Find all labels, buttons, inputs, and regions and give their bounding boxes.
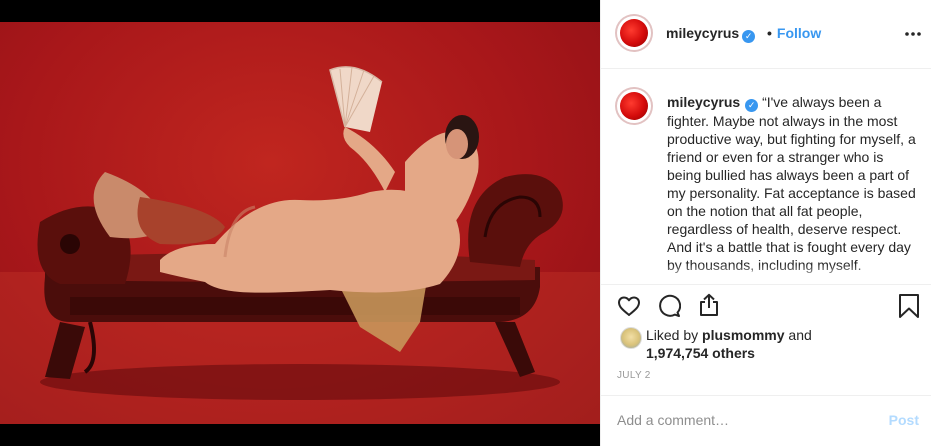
separator-dot: • [767,25,772,41]
profile-avatar[interactable] [617,16,651,50]
post-comment-button[interactable]: Post [889,412,919,428]
likes-and: and [784,327,812,343]
heart-icon[interactable] [617,294,641,318]
caption-body: “I've always been a fighter. Maybe not a… [667,94,916,273]
comment-box: Post [601,395,931,446]
username-text[interactable]: mileycyrus [666,25,739,41]
follow-wrap: • Follow [767,25,821,41]
post-photo[interactable] [0,22,600,424]
bookmark-icon[interactable] [898,293,920,319]
post-media[interactable] [0,0,600,446]
ellipsis-icon[interactable] [904,17,922,43]
caption-username[interactable]: mileycyrus [667,94,740,110]
photo-illustration [0,66,600,424]
likes-prefix: Liked by [646,327,703,343]
post-caption: mileycyrus ✓ “I've always been a fighter.… [601,69,931,285]
caption-fade [601,264,931,284]
follow-button[interactable]: Follow [777,25,821,41]
post-header: mileycyrus ✓ • Follow [601,0,931,69]
likes-count[interactable]: 1,974,754 others [646,345,755,361]
likes-summary: Liked by plusmommy and 1,974,754 others [646,326,812,362]
header-username[interactable]: mileycyrus ✓ [666,25,756,43]
action-bar [601,286,931,326]
liked-by-username[interactable]: plusmommy [702,327,784,343]
verified-badge-icon: ✓ [742,30,756,43]
liked-by-avatar[interactable] [620,327,642,349]
post-date[interactable]: JULY 2 [617,370,651,381]
share-icon[interactable] [697,293,721,317]
comment-input[interactable] [617,412,857,428]
caption-avatar[interactable] [617,89,651,123]
post-sidebar: mileycyrus ✓ • Follow mileycyrus ✓ “I've al… [600,0,931,446]
caption-text: mileycyrus ✓ “I've always been a fighter.… [667,93,921,274]
likes-row: Liked by plusmommy and 1,974,754 others [617,326,917,362]
verified-badge-icon: ✓ [745,99,759,112]
comment-icon[interactable] [657,294,681,318]
